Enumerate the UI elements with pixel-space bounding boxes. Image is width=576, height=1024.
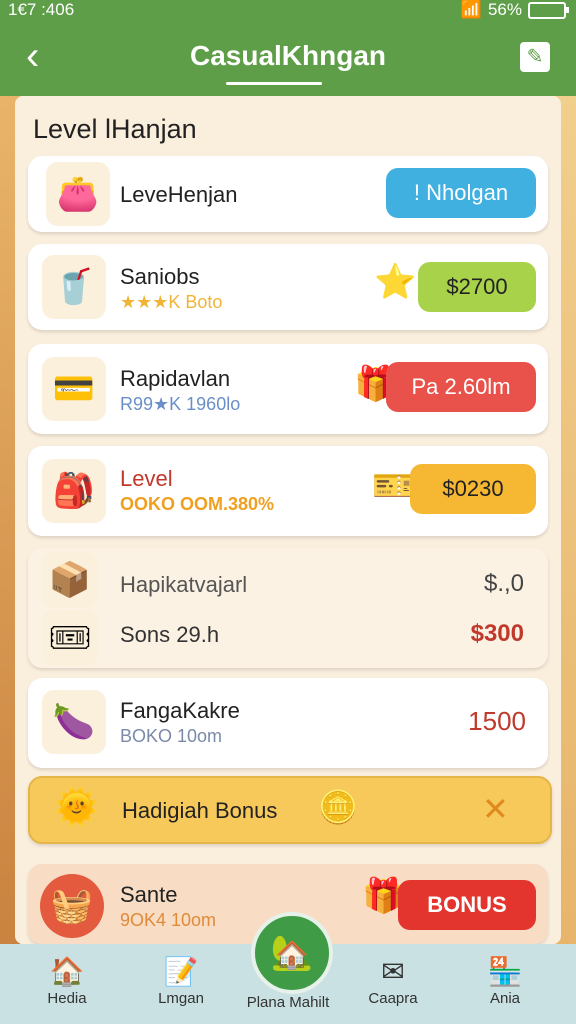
nav-label: Plana Mahilt xyxy=(246,994,330,1011)
cup-icon: 🥤 xyxy=(42,255,106,319)
price-button[interactable]: Pa 2.60lm xyxy=(386,362,536,412)
shop-icon: 🏪 xyxy=(487,956,523,987)
item-subtitle: 9OK4 10om xyxy=(120,910,217,930)
item-name: Saniobs xyxy=(120,264,200,289)
item-name: Rapidavlan xyxy=(120,366,231,391)
list-item-group[interactable]: 📦 🎟 Hapikatvajarl $.,0 Sons 29.h $300 xyxy=(28,548,548,668)
bonus-bar[interactable]: 🌞 Hadigiah Bonus 🪙 ✕ xyxy=(28,776,552,844)
list-item-saniobs[interactable]: 🥤 Saniobs ★★★K Boto ⭐ $2700 xyxy=(28,244,548,330)
price-button[interactable]: $2700 xyxy=(418,262,536,312)
sun-icon: 🌞 xyxy=(54,786,99,827)
battery-icon xyxy=(528,1,569,19)
item-name: Sons 29.h xyxy=(120,622,220,647)
item-name: Hapikatvajarl xyxy=(120,572,248,597)
bonus-label: Hadigiah Bonus xyxy=(122,798,278,823)
list-item-level[interactable]: 🎒 Level OOKO OOM.380% 🎫 $0230 xyxy=(28,446,548,536)
nav-label: Ania xyxy=(489,990,521,1007)
home-icon: 🏠 xyxy=(49,956,85,987)
basket-icon: 🧺 xyxy=(40,874,104,938)
item-price: $300 xyxy=(470,620,524,647)
ticket-icon: 🎫 xyxy=(372,467,415,505)
edit-button[interactable]: ✎ xyxy=(520,42,550,72)
close-icon[interactable]: ✕ xyxy=(482,790,509,828)
nav-item-hedia[interactable]: 🏠 Hedia xyxy=(22,954,112,1007)
card-icon: 💳 xyxy=(42,357,106,421)
mail-icon: ✉ xyxy=(381,956,405,987)
item-subtitle: OOKO OOM.380% xyxy=(120,494,275,514)
box-icon: 📦 xyxy=(42,552,98,608)
bonus-button[interactable]: BONUS xyxy=(398,880,536,930)
coin-icon: 🪙 xyxy=(318,789,358,825)
item-name: FangaKakre xyxy=(120,698,240,723)
ticket-icon: 🎟 xyxy=(42,610,98,666)
wifi-icon: 📶 xyxy=(460,0,482,19)
item-name: Sante xyxy=(120,882,178,907)
item-price: $.,0 xyxy=(483,570,524,597)
nav-item-lmgan[interactable]: 📝 Lmgan xyxy=(136,954,226,1007)
panel-title: Level lHanjan xyxy=(33,114,197,144)
house-icon: 🏡 xyxy=(270,934,314,972)
page-title: CasualKhngan xyxy=(189,40,387,71)
battery-percent: 56% xyxy=(487,0,522,19)
edit-icon: 📝 xyxy=(163,956,199,987)
status-icons: 📶 56% xyxy=(460,0,569,20)
list-item-fangakakre[interactable]: 🍆 FangaKakre BOKO 10om 1500 xyxy=(28,678,548,768)
list-item-levelhenjan[interactable]: 👛 LeveHenjan ! Nholgan xyxy=(28,156,548,232)
item-name: Level xyxy=(120,466,173,491)
item-subtitle: ★★★K Boto xyxy=(120,292,223,312)
item-price: 1500 xyxy=(468,706,526,736)
price-button[interactable]: $0230 xyxy=(410,464,536,514)
nav-item-ania[interactable]: 🏪 Ania xyxy=(460,954,550,1007)
status-time: 1€7 :406 xyxy=(8,0,75,19)
wallet-icon: 👛 xyxy=(46,162,110,226)
item-subtitle: R99★K 1960lo xyxy=(120,394,241,414)
fruit-icon: 🍆 xyxy=(42,690,106,754)
title-underline xyxy=(226,82,322,85)
center-home-button[interactable]: 🏡 xyxy=(251,912,333,994)
star-tag-icon: ⭐ xyxy=(374,263,417,301)
item-name: LeveHenjan xyxy=(120,182,238,207)
status-bar: 1€7 :406 📶 56% xyxy=(0,0,576,22)
item-subtitle: BOKO 10om xyxy=(120,726,223,746)
nav-label: Caapra xyxy=(368,990,418,1007)
pencil-icon: ✎ xyxy=(526,46,544,68)
bag-icon: 🎒 xyxy=(42,459,106,523)
nav-label: Hedia xyxy=(47,990,87,1007)
action-button[interactable]: ! Nholgan xyxy=(386,168,536,218)
app-header: 1€7 :406 📶 56% ‹ CasualKhngan ✎ xyxy=(0,0,576,96)
nav-label: Lmgan xyxy=(158,990,204,1007)
nav-item-plana-mahilt[interactable]: Plana Mahilt xyxy=(240,994,336,1011)
nav-item-caapra[interactable]: ✉ Caapra xyxy=(348,954,438,1007)
list-item-rapidavlan[interactable]: 💳 Rapidavlan R99★K 1960lo 🎁 Pa 2.60lm xyxy=(28,344,548,434)
